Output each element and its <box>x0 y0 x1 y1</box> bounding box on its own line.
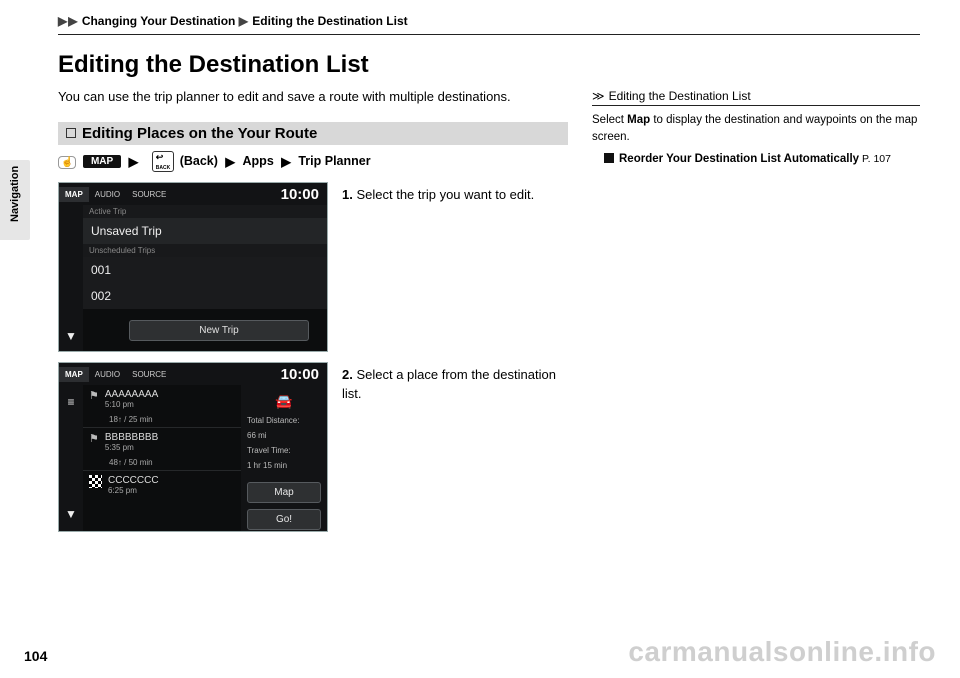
link-icon <box>604 153 614 163</box>
intro-text: You can use the trip planner to edit and… <box>58 89 568 104</box>
chevron-icon: ▶ <box>129 154 139 169</box>
tab-audio[interactable]: AUDIO <box>89 187 126 202</box>
list-item[interactable]: CCCCCCC 6:25 pm <box>83 471 241 499</box>
square-icon <box>66 128 76 138</box>
chevron-icon: ▶ <box>58 14 67 28</box>
travel-time-label: Travel Time: <box>247 446 321 455</box>
total-distance-label: Total Distance: <box>247 416 321 425</box>
breadcrumb: ▶▶ Changing Your Destination ▶ Editing t… <box>58 14 920 35</box>
segment-info: 18↑ / 25 min <box>83 413 241 428</box>
flag-icon: ⚑ <box>89 389 99 402</box>
chevron-icon: ▶ <box>68 14 77 28</box>
breadcrumb-b: Editing the Destination List <box>252 14 407 28</box>
step-1: MAP AUDIO SOURCE 10:00 ▼ Active Trip Uns… <box>58 182 568 352</box>
list-item[interactable]: Unsaved Trip <box>83 218 327 244</box>
total-distance: 66 mi <box>247 431 321 440</box>
step-1-text: 1. Select the trip you want to edit. <box>342 182 568 352</box>
side-tab: Navigation <box>0 160 30 240</box>
chevron-icon: ▶ <box>281 154 291 169</box>
menu-icon[interactable]: ≡ <box>67 395 74 409</box>
page-title: Editing the Destination List <box>58 51 920 79</box>
go-button[interactable]: Go! <box>247 509 321 530</box>
car-icon: 🚘 <box>247 393 321 410</box>
screenshot-1: MAP AUDIO SOURCE 10:00 ▼ Active Trip Uns… <box>58 182 328 352</box>
note-heading: ≫Editing the Destination List <box>592 89 920 106</box>
chevron-icon: ▶ <box>239 14 248 28</box>
breadcrumb-a: Changing Your Destination <box>82 14 236 28</box>
double-chevron-icon: ≫ <box>592 89 605 103</box>
nav-path: ☝ MAP ▶ ↩BACK (Back) ▶ Apps ▶ Trip Plann… <box>58 151 568 172</box>
scroll-down-icon[interactable]: ▼ <box>65 329 77 343</box>
checkered-flag-icon <box>89 475 102 488</box>
hand-icon: ☝ <box>58 156 76 169</box>
step-2-text: 2. Select a place from the destination l… <box>342 362 568 532</box>
new-trip-button[interactable]: New Trip <box>129 320 309 341</box>
clock: 10:00 <box>281 366 319 383</box>
list-item[interactable]: 001 <box>83 257 327 283</box>
section-heading: Editing Places on the Your Route <box>58 122 568 145</box>
tab-map[interactable]: MAP <box>59 187 89 202</box>
segment-info: 48↑ / 50 min <box>83 456 241 471</box>
travel-time: 1 hr 15 min <box>247 461 321 470</box>
note-body: Select Map to display the destination an… <box>592 112 920 168</box>
map-button[interactable]: Map <box>247 482 321 503</box>
screenshot-2: MAP AUDIO SOURCE 10:00 ≡ ▼ ⚑ <box>58 362 328 532</box>
tab-audio[interactable]: AUDIO <box>89 367 126 382</box>
back-icon: ↩BACK <box>152 151 174 172</box>
tab-source[interactable]: SOURCE <box>126 187 172 202</box>
side-tab-label: Navigation <box>9 166 21 222</box>
list-item[interactable]: ⚑ AAAAAAAA 5:10 pm <box>83 385 241 413</box>
flag-icon: ⚑ <box>89 432 99 445</box>
tab-map[interactable]: MAP <box>59 367 89 382</box>
step-2: MAP AUDIO SOURCE 10:00 ≡ ▼ ⚑ <box>58 362 568 532</box>
scroll-down-icon[interactable]: ▼ <box>65 507 77 521</box>
list-item[interactable]: 002 <box>83 283 327 309</box>
active-trip-label: Active Trip <box>83 205 327 218</box>
list-item[interactable]: ⚑ BBBBBBBB 5:35 pm <box>83 428 241 456</box>
watermark: carmanualsonline.info <box>628 636 936 668</box>
map-hardkey: MAP <box>83 155 121 168</box>
page-number: 104 <box>24 648 47 664</box>
chevron-icon: ▶ <box>225 154 235 169</box>
unscheduled-label: Unscheduled Trips <box>83 244 327 257</box>
clock: 10:00 <box>281 186 319 203</box>
tab-source[interactable]: SOURCE <box>126 367 172 382</box>
